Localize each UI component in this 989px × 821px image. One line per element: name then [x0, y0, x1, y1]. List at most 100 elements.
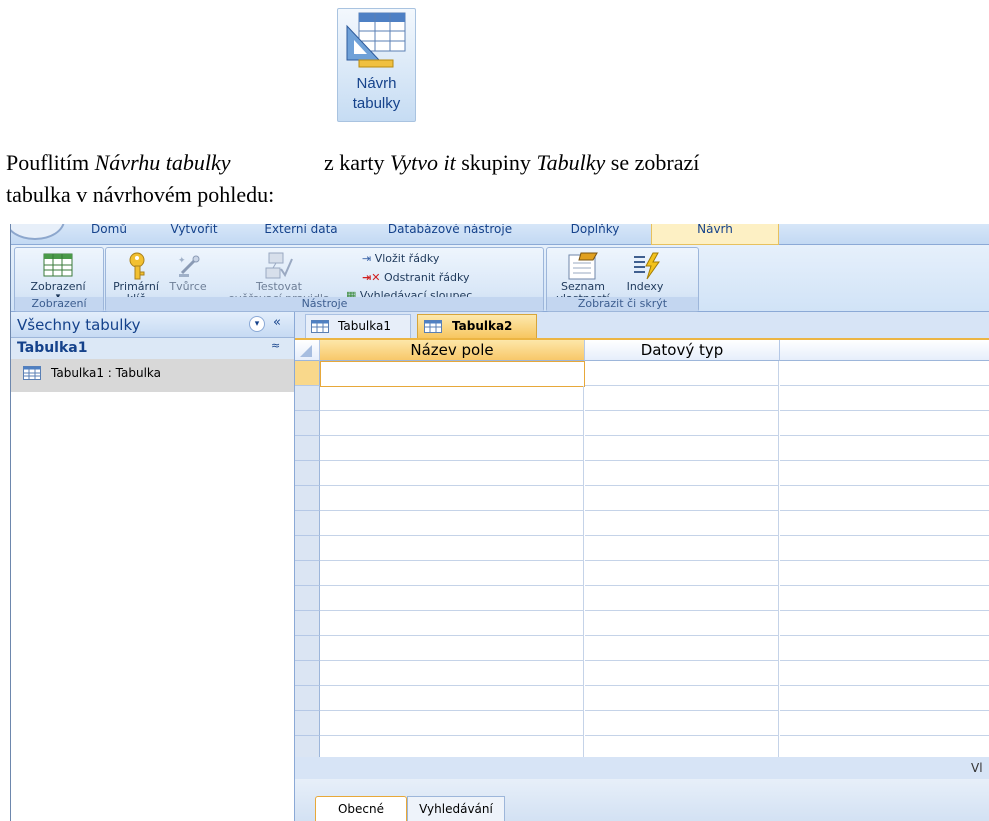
nav-pane-header[interactable]: Všechny tabulky ▾ « [11, 312, 294, 338]
key-icon [129, 252, 145, 280]
row-selector[interactable] [295, 461, 320, 486]
description-cell[interactable] [780, 361, 989, 386]
row-selector[interactable] [295, 411, 320, 436]
field-name-cell[interactable] [320, 386, 584, 411]
field-name-cell[interactable] [320, 486, 584, 511]
nav-menu-dropdown-icon[interactable]: ▾ [249, 316, 265, 332]
row-selector[interactable] [295, 486, 320, 511]
column-header-popis[interactable] [780, 340, 989, 361]
field-name-cell[interactable] [320, 461, 584, 486]
data-type-cell[interactable] [585, 386, 779, 411]
field-name-cell[interactable] [320, 636, 584, 661]
data-type-cell[interactable] [585, 586, 779, 611]
row-selector[interactable] [295, 636, 320, 661]
data-type-cell[interactable] [585, 536, 779, 561]
doc-tab-label: Tabulka2 [452, 319, 513, 333]
primary-key-button[interactable]: Primární klíč [110, 251, 162, 305]
group-nastroje: Primární klíč ✦ Tvůrce Te [105, 247, 544, 312]
row-selector[interactable] [295, 686, 320, 711]
description-cell[interactable] [780, 561, 989, 586]
description-cell[interactable] [780, 586, 989, 611]
row-selector[interactable] [295, 511, 320, 536]
doc-text: Pouflitím [6, 150, 95, 175]
field-name-cell[interactable] [320, 661, 584, 686]
doc-italic-text: Tabulky [536, 150, 606, 175]
select-all-corner[interactable] [295, 340, 320, 361]
data-type-cell[interactable] [585, 661, 779, 686]
data-type-cell[interactable] [585, 461, 779, 486]
data-type-cell[interactable] [585, 411, 779, 436]
row-selector[interactable] [295, 386, 320, 411]
data-type-cell[interactable] [585, 711, 779, 736]
row-selector[interactable] [295, 711, 320, 736]
doc-tab-tabulka1[interactable]: Tabulka1 [305, 314, 411, 338]
description-cell[interactable] [780, 636, 989, 661]
row-selector[interactable] [295, 611, 320, 636]
doc-text: z karty [318, 150, 390, 175]
ribbon-tab-databazove-nastroje[interactable]: Databázové nástroje [377, 224, 523, 243]
ribbon-tab-domu[interactable]: Domů [79, 224, 139, 243]
data-type-cell[interactable] [585, 361, 779, 386]
description-cell[interactable] [780, 386, 989, 411]
nav-group-header[interactable]: Tabulka1 ≈ [11, 338, 294, 359]
test-validation-rules-button[interactable]: Testovat ověřovací pravidla [216, 251, 342, 305]
data-type-cell[interactable] [585, 511, 779, 536]
row-selector[interactable] [295, 561, 320, 586]
data-type-cell[interactable] [585, 636, 779, 661]
data-type-cell[interactable] [585, 436, 779, 461]
nav-collapse-icon[interactable]: « [273, 315, 281, 330]
description-cell[interactable] [780, 486, 989, 511]
description-cell[interactable] [780, 686, 989, 711]
ribbon: Zobrazení ▾ Zobrazení Primární klíč [11, 245, 989, 312]
description-cell[interactable] [780, 511, 989, 536]
description-cell[interactable] [780, 711, 989, 736]
field-name-cell[interactable] [320, 411, 584, 436]
doc-tab-tabulka2[interactable]: Tabulka2 [417, 314, 537, 338]
office-button[interactable] [11, 224, 65, 240]
indexes-button[interactable]: Indexy [621, 251, 669, 297]
row-selector[interactable] [295, 586, 320, 611]
field-name-cell[interactable] [320, 361, 585, 387]
insert-rows-icon: ⇥ [362, 252, 372, 265]
column-header-nazev-pole[interactable]: Název pole [320, 340, 585, 361]
field-name-cell[interactable] [320, 536, 584, 561]
field-name-cell[interactable] [320, 586, 584, 611]
ribbon-tab-doplnky[interactable]: Doplňky [559, 224, 631, 243]
description-cell[interactable] [780, 411, 989, 436]
field-name-cell[interactable] [320, 511, 584, 536]
data-type-cell[interactable] [585, 486, 779, 511]
description-cell[interactable] [780, 536, 989, 561]
field-name-cell[interactable] [320, 561, 584, 586]
nav-item-tabulka1[interactable]: Tabulka1 : Tabulka [11, 359, 294, 392]
builder-button[interactable]: ✦ Tvůrce [166, 251, 210, 297]
delete-rows-button[interactable]: ⇥✕ Odstranit řádky [362, 271, 469, 284]
property-tab-obecne[interactable]: Obecné [315, 796, 407, 821]
chevron-up-icon[interactable]: ≈ [271, 339, 280, 352]
insert-rows-button[interactable]: ⇥ Vložit řádky [362, 252, 439, 265]
row-selector[interactable] [295, 661, 320, 686]
description-cell[interactable] [780, 436, 989, 461]
field-name-cell[interactable] [320, 611, 584, 636]
zobrazeni-button[interactable]: Zobrazení ▾ [17, 251, 99, 302]
row-selector[interactable] [295, 536, 320, 561]
field-name-cell[interactable] [320, 686, 584, 711]
ribbon-tab-navrh[interactable]: Návrh [651, 224, 779, 245]
field-name-cell[interactable] [320, 711, 584, 736]
row-selector[interactable] [295, 361, 320, 386]
column-header-datovy-typ[interactable]: Datový typ [585, 340, 780, 361]
description-cell[interactable] [780, 611, 989, 636]
field-properties-pane: Obecné Vyhledávání [295, 779, 989, 821]
design-grid: Název pole Datový typ [295, 340, 989, 761]
field-name-cell[interactable] [320, 436, 584, 461]
description-cell[interactable] [780, 661, 989, 686]
property-sheet-button[interactable]: Seznam vlastností [551, 251, 615, 305]
row-selector[interactable] [295, 436, 320, 461]
data-type-cell[interactable] [585, 686, 779, 711]
data-type-cell[interactable] [585, 611, 779, 636]
data-type-cell[interactable] [585, 561, 779, 586]
description-cell[interactable] [780, 461, 989, 486]
table-icon [311, 320, 329, 333]
ribbon-tab-externi-data[interactable]: Externí data [253, 224, 349, 243]
ribbon-tab-vytvorit[interactable]: Vytvořit [159, 224, 229, 243]
property-tab-vyhledavani[interactable]: Vyhledávání [407, 796, 505, 821]
